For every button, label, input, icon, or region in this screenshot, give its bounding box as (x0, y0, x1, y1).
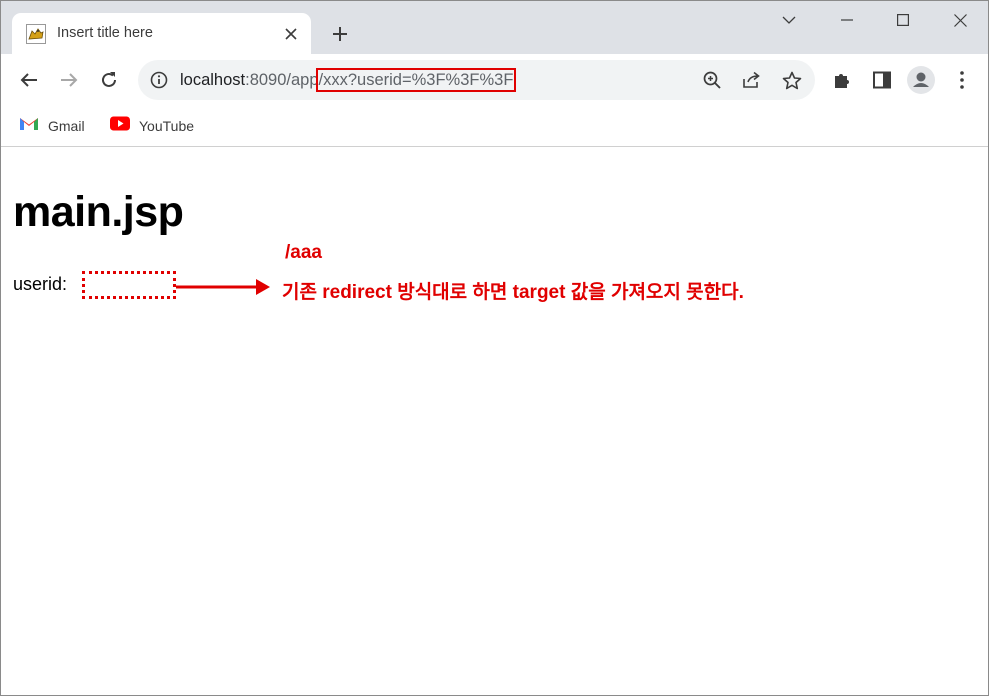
forward-arrow-icon[interactable] (55, 66, 83, 94)
zoom-icon[interactable] (702, 70, 722, 90)
url-highlighted-query: /xxx?userid=%3F%3F%3F (315, 68, 517, 92)
chevron-down-icon[interactable] (761, 1, 817, 39)
close-icon[interactable] (932, 1, 988, 39)
bookmark-youtube-label: YouTube (139, 118, 195, 134)
userid-value-highlight-box (82, 271, 176, 299)
tab-title: Insert title here (57, 25, 153, 41)
new-tab-plus-icon[interactable] (327, 21, 353, 47)
url-host: localhost (180, 71, 246, 89)
annotation-path-text: /aaa (285, 242, 322, 263)
bookmark-youtube[interactable]: YouTube (110, 115, 194, 137)
url-text[interactable]: localhost:8090/app/xxx?userid=%3F%3F%3F (180, 68, 517, 92)
tomcat-favicon-icon (26, 24, 46, 44)
page-title: main.jsp (13, 188, 184, 236)
share-icon[interactable] (742, 70, 762, 90)
site-info-icon[interactable] (150, 71, 168, 89)
gmail-icon (19, 116, 39, 136)
url-port-path: :8090/app (245, 71, 319, 89)
userid-label: userid: (13, 274, 68, 294)
kebab-menu-icon[interactable] (950, 68, 974, 92)
maximize-icon[interactable] (875, 1, 931, 39)
address-bar[interactable]: localhost:8090/app/xxx?userid=%3F%3F%3F (138, 60, 815, 100)
extensions-puzzle-icon[interactable] (830, 68, 854, 92)
annotation-message-text: 기존 redirect 방식대로 하면 target 값을 가져오지 못한다. (282, 282, 744, 303)
back-arrow-icon[interactable] (15, 66, 43, 94)
bookmarks-bar: Gmail YouTube (1, 106, 988, 147)
bookmark-gmail[interactable]: Gmail (19, 115, 85, 137)
youtube-icon (110, 116, 130, 136)
annotation-arrow-icon (176, 279, 270, 295)
side-panel-icon[interactable] (870, 68, 894, 92)
tab-active[interactable]: Insert title here (12, 13, 311, 55)
bookmark-star-icon[interactable] (782, 70, 802, 90)
bookmark-gmail-label: Gmail (48, 118, 85, 134)
page-content: main.jsp userid: /aaa 기존 redirect 방식대로 하… (1, 148, 988, 695)
tab-strip: Insert title here (1, 1, 988, 55)
tab-close-icon[interactable] (281, 24, 301, 44)
browser-toolbar: localhost:8090/app/xxx?userid=%3F%3F%3F (1, 54, 988, 106)
reload-icon[interactable] (95, 66, 123, 94)
profile-avatar-icon[interactable] (907, 66, 935, 94)
browser-window: Insert title here localhost:8090/app/xxx… (0, 0, 989, 696)
minimize-icon[interactable] (819, 1, 875, 39)
